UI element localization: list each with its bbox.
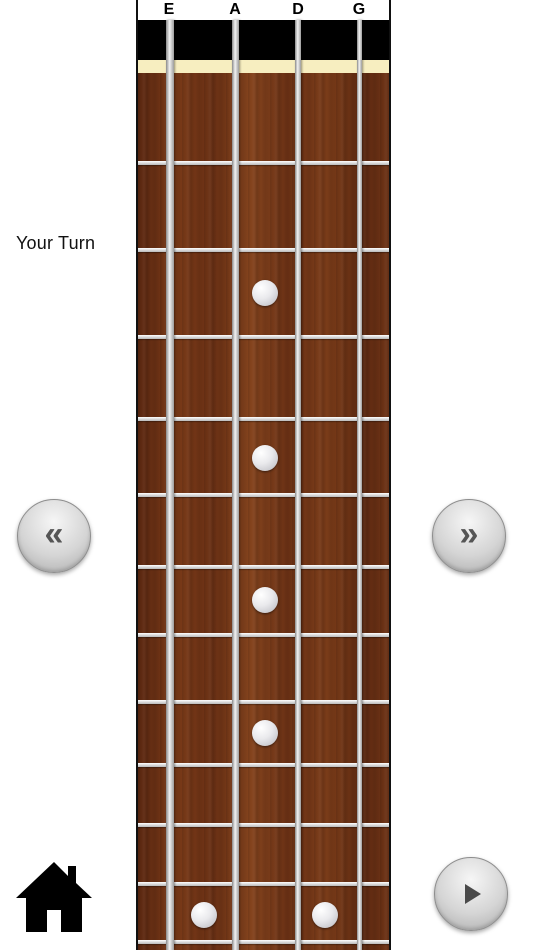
string-label-g: G xyxy=(352,1,366,18)
fret xyxy=(138,335,389,339)
fret xyxy=(138,248,389,252)
fret xyxy=(138,417,389,421)
fretboard[interactable]: E A D G xyxy=(136,0,391,950)
headstock xyxy=(138,20,389,60)
fret xyxy=(138,940,389,944)
string-label-e: E xyxy=(163,1,175,18)
fret-inlay-dot xyxy=(252,445,278,471)
double-chevron-right-icon: » xyxy=(459,515,479,553)
home-button[interactable] xyxy=(14,860,94,934)
play-button[interactable] xyxy=(434,857,508,931)
fret xyxy=(138,882,389,886)
fret xyxy=(138,823,389,827)
double-chevron-left-icon: « xyxy=(44,515,64,553)
string-a[interactable] xyxy=(232,20,239,950)
fret-inlay-dot xyxy=(252,280,278,306)
fret-inlay-dot xyxy=(252,720,278,746)
fret xyxy=(138,161,389,165)
status-text: Your Turn xyxy=(16,233,96,253)
next-button[interactable]: » xyxy=(432,499,506,573)
previous-button[interactable]: « xyxy=(17,499,91,573)
string-d[interactable] xyxy=(295,20,301,950)
fret-inlay-dot xyxy=(312,902,338,928)
string-label-d: D xyxy=(292,1,304,18)
string-label-a: A xyxy=(229,1,241,18)
fret xyxy=(138,700,389,704)
string-e[interactable] xyxy=(166,20,174,950)
fret xyxy=(138,763,389,767)
fret xyxy=(138,565,389,569)
fret-inlay-dot xyxy=(252,587,278,613)
nut xyxy=(138,60,389,73)
fret xyxy=(138,493,389,497)
string-g[interactable] xyxy=(357,20,362,950)
fret xyxy=(138,633,389,637)
fret-inlay-dot xyxy=(191,902,217,928)
string-labels-bar: E A D G xyxy=(138,0,389,21)
home-icon xyxy=(16,862,92,932)
play-icon xyxy=(465,884,481,904)
